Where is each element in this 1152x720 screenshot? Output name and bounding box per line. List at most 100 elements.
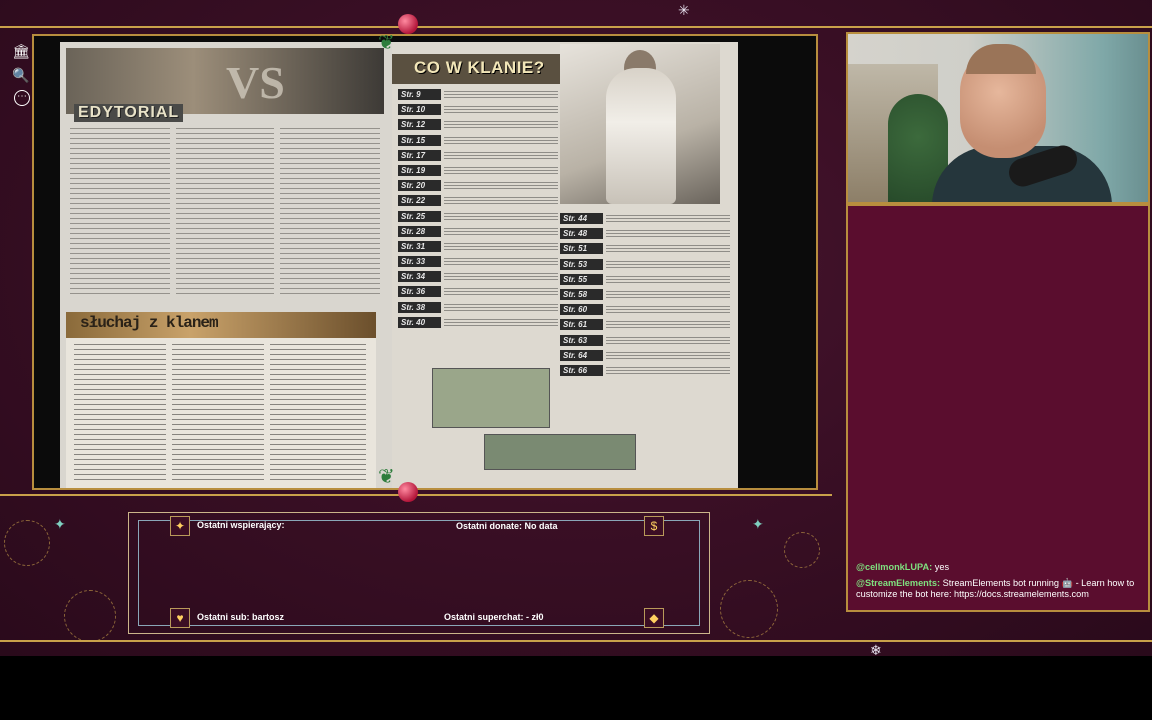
- page-number-tag: Str. 25: [398, 210, 441, 222]
- text-column: [176, 128, 274, 298]
- magazine-page-right: CO W KLANIE? Str. 9 Str. 10 Str. 12 Str. 15…: [392, 42, 738, 488]
- contents-item: Str. 44: [560, 212, 730, 227]
- contents-item: Str. 53: [560, 258, 730, 273]
- contents-description: [606, 321, 730, 329]
- contents-list-b: Str. 44 Str. 48 Str. 51 Str. 53 Str. 55 Str. …: [560, 212, 730, 379]
- contents-description: [444, 212, 558, 220]
- contents-item: Str. 61: [560, 318, 730, 333]
- info-box: [432, 368, 550, 428]
- chat-message: @cellmonkLUPA: yes: [856, 562, 1142, 573]
- page-number-tag: Str. 44: [560, 213, 603, 224]
- mid-frame-line: [0, 640, 1152, 642]
- contents-description: [444, 166, 558, 174]
- page-number-tag: Str. 10: [398, 104, 441, 116]
- star-icon: ✦: [752, 516, 764, 532]
- firework-decoration: [784, 532, 820, 568]
- sluchaj-banner: słuchaj z klanem: [66, 312, 376, 338]
- contents-item: Str. 51: [560, 242, 730, 257]
- contents-description: [444, 182, 558, 190]
- contents-item: Str. 66: [560, 364, 730, 379]
- page-number-tag: Str. 38: [398, 301, 441, 313]
- contents-description: [444, 258, 558, 266]
- webcam-feed: [848, 34, 1148, 202]
- star-icon: ✦: [170, 516, 190, 536]
- contents-description: [444, 273, 558, 281]
- page-number-tag: Str. 53: [560, 258, 603, 270]
- contents-item: Str. 22: [398, 194, 558, 209]
- last-supporter-label: Ostatni wspierający:: [197, 520, 285, 530]
- magazine-page-left: VS EDYTORIAL słuchaj z klanem: [60, 42, 412, 488]
- page-number-tag: Str. 40: [398, 316, 441, 328]
- search-icon[interactable]: 🔍: [12, 66, 30, 84]
- info-box: [484, 434, 636, 470]
- contents-item: Str. 19: [398, 164, 558, 179]
- contents-description: [606, 366, 730, 374]
- contents-description: [444, 242, 558, 250]
- page-number-tag: Str. 19: [398, 164, 441, 176]
- contents-description: [444, 288, 558, 296]
- chat-username: @StreamElements:: [856, 578, 941, 588]
- contents-item: Str. 17: [398, 149, 558, 164]
- page-number-tag: Str. 51: [560, 243, 603, 255]
- photo-illustration: [560, 44, 720, 204]
- page-number-tag: Str. 58: [560, 288, 603, 300]
- page-number-tag: Str. 61: [560, 319, 603, 331]
- chat-text: yes: [932, 562, 950, 572]
- contents-item: Str. 20: [398, 179, 558, 194]
- page-number-tag: Str. 20: [398, 180, 441, 192]
- ornament-decoration: [398, 14, 418, 34]
- dollar-icon: $: [644, 516, 664, 536]
- last-donate-label: Ostatni donate: No data: [456, 521, 558, 531]
- contents-description: [444, 303, 558, 311]
- page-number-tag: Str. 60: [560, 304, 603, 316]
- stream-overlay: ✳ ✦ ✦ ❄ 🏛 🔍 ⋯ VS EDYTORIAL słuchaj z kla…: [0, 0, 1152, 656]
- chat-message: @StreamElements: StreamElements bot runn…: [856, 578, 1142, 600]
- contents-description: [606, 351, 730, 359]
- page-number-tag: Str. 48: [560, 228, 603, 240]
- contents-item: Str. 25: [398, 210, 558, 225]
- text-column: [172, 344, 264, 484]
- stats-inner-frame: [138, 520, 700, 626]
- contents-description: [444, 197, 558, 205]
- contents-description: [444, 106, 558, 114]
- firework-decoration: [64, 590, 116, 642]
- contents-list-a: Str. 9 Str. 10 Str. 12 Str. 15 Str. 17 Str. 1…: [398, 88, 558, 331]
- text-column: [70, 128, 170, 298]
- firework-decoration: [720, 580, 778, 638]
- text-column: [280, 128, 380, 298]
- text-column: [270, 344, 366, 484]
- page-number-tag: Str. 28: [398, 225, 441, 237]
- cam-person-hair: [966, 44, 1036, 74]
- heart-icon: ♥: [170, 608, 190, 628]
- page-number-tag: Str. 55: [560, 273, 603, 285]
- contents-item: Str. 63: [560, 334, 730, 349]
- stats-panel: ✦ Ostatni wspierający: Ostatni donate: N…: [128, 508, 710, 636]
- page-number-tag: Str. 63: [560, 334, 603, 346]
- library-icon[interactable]: 🏛: [12, 42, 30, 60]
- contents-description: [444, 136, 558, 144]
- contents-item: Str. 15: [398, 134, 558, 149]
- ornament-decoration: [398, 482, 418, 502]
- holly-decoration: ❦: [378, 32, 395, 54]
- top-frame-line: [0, 26, 1152, 28]
- contents-description: [606, 260, 730, 268]
- vs-text: VS: [226, 57, 285, 108]
- sluchaj-title: słuchaj z klanem: [80, 314, 219, 332]
- page-number-tag: Str. 17: [398, 149, 441, 161]
- page-number-tag: Str. 66: [560, 364, 603, 376]
- contents-description: [444, 318, 558, 326]
- chat-username: @cellmonkLUPA:: [856, 562, 933, 572]
- page-number-tag: Str. 33: [398, 256, 441, 268]
- page-number-tag: Str. 36: [398, 286, 441, 298]
- contents-item: Str. 36: [398, 285, 558, 300]
- contents-item: Str. 38: [398, 301, 558, 316]
- page-number-tag: Str. 22: [398, 195, 441, 207]
- contents-item: Str. 10: [398, 103, 558, 118]
- contents-item: Str. 58: [560, 288, 730, 303]
- contents-description: [444, 227, 558, 235]
- snowflake-icon: ❄: [870, 642, 882, 656]
- text-column: [74, 344, 166, 484]
- page-number-tag: Str. 12: [398, 119, 441, 131]
- more-icon[interactable]: ⋯: [14, 90, 30, 106]
- edytorial-banner: VS EDYTORIAL: [66, 48, 384, 122]
